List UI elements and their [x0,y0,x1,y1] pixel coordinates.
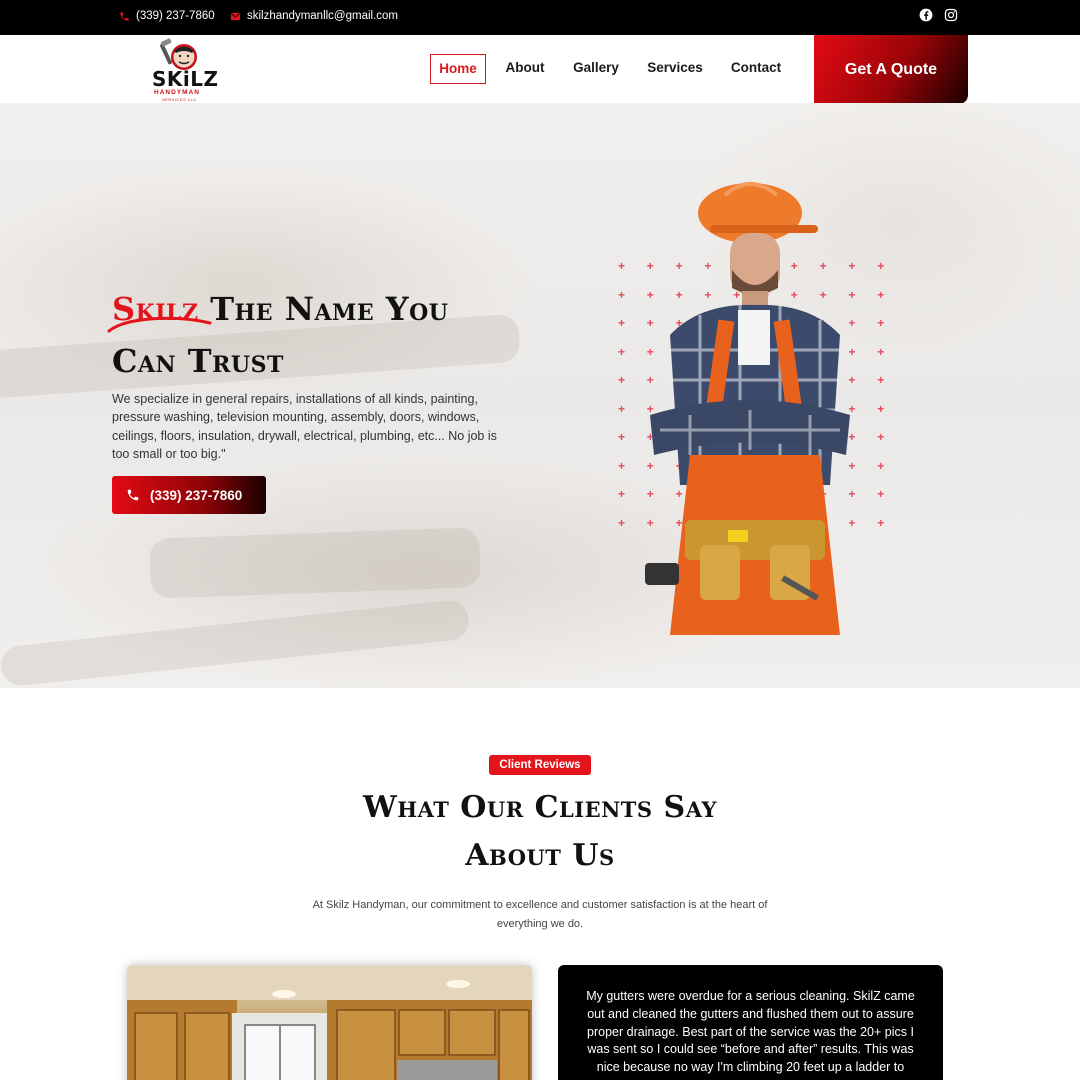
plus-decoration: + [618,373,626,387]
hero-bg-plank [149,527,481,599]
nav-contact[interactable]: Contact [726,54,786,84]
top-bar: (339) 237-7860 skilzhandymanllc@gmail.co… [0,0,1080,35]
plus-decoration: + [877,316,885,330]
handyman-worker-illustration [645,182,850,635]
plus-decoration: + [618,458,626,473]
hero-description: We specialize in general repairs, instal… [112,392,497,462]
topbar-email[interactable]: skilzhandymanllc@gmail.com [230,10,398,22]
plus-decoration: + [877,515,885,530]
plus-decoration: + [618,430,626,444]
topbar-phone-text: (339) 237-7860 [136,10,215,22]
instagram-icon[interactable] [944,8,958,22]
logo-tagline: HANDYMAN [154,89,200,96]
plus-decoration: + [618,515,626,530]
reviews-description: At Skilz Handyman, our commitment to exc… [312,899,768,930]
logo-wordmark: SKiLZ [152,67,219,91]
plus-decoration: + [877,287,885,302]
kitchen-photo [127,965,532,1080]
hero-title: Skilz The Name You Can Trust [112,283,449,387]
plus-decoration: + [618,344,626,359]
brush-underline-icon [107,316,212,333]
hero-title-line1: The Name You [210,290,449,328]
logo-tagline-small: SERVICES LLC [162,97,197,102]
client-reviews-badge: Client Reviews [489,755,591,775]
topbar-email-text: skilzhandymanllc@gmail.com [247,10,398,22]
plus-decoration: + [618,487,626,501]
envelope-icon [230,12,241,20]
hero-title-line2: Can Trust [112,342,284,380]
social-links [919,8,958,22]
plus-decoration: + [618,401,626,416]
plus-decoration: + [877,430,885,444]
nav-services[interactable]: Services [644,54,706,84]
logo[interactable]: SKiLZ HANDYMAN SERVICES LLC [148,37,220,102]
review-card: My gutters were overdue for a serious cl… [558,965,943,1080]
phone-icon [120,11,129,21]
plus-decoration: + [877,373,885,387]
plus-decoration: + [618,259,626,273]
kitchen-cabinets-image [127,965,532,1080]
nav-gallery[interactable]: Gallery [568,54,624,84]
review-text: My gutters were overdue for a serious cl… [586,989,915,1075]
phone-icon [127,489,139,501]
hero-section: Skilz The Name You Can Trust We speciali… [0,103,1080,688]
plus-decoration: + [618,316,626,330]
plus-decoration: + [877,487,885,501]
topbar-phone[interactable]: (339) 237-7860 [119,10,215,22]
call-button-label: (339) 237-7860 [150,487,243,503]
facebook-icon[interactable] [919,8,933,22]
hero-bg-plank [0,598,471,688]
call-button[interactable]: (339) 237-7860 [112,476,266,514]
plus-decoration: + [877,458,885,473]
site-header: SKiLZ HANDYMAN SERVICES LLC Home About G… [0,35,1080,104]
nav-about[interactable]: About [500,54,550,84]
plus-decoration: + [618,287,626,302]
plus-decoration: + [877,344,885,359]
reviews-title-line2: About Us [465,838,615,873]
nav-home[interactable]: Home [430,54,486,84]
reviews-title-line1: What Our Clients Say [363,790,717,825]
get-quote-button[interactable]: Get A Quote [814,35,968,104]
plus-decoration: + [877,259,885,273]
plus-decoration: + [877,401,885,416]
